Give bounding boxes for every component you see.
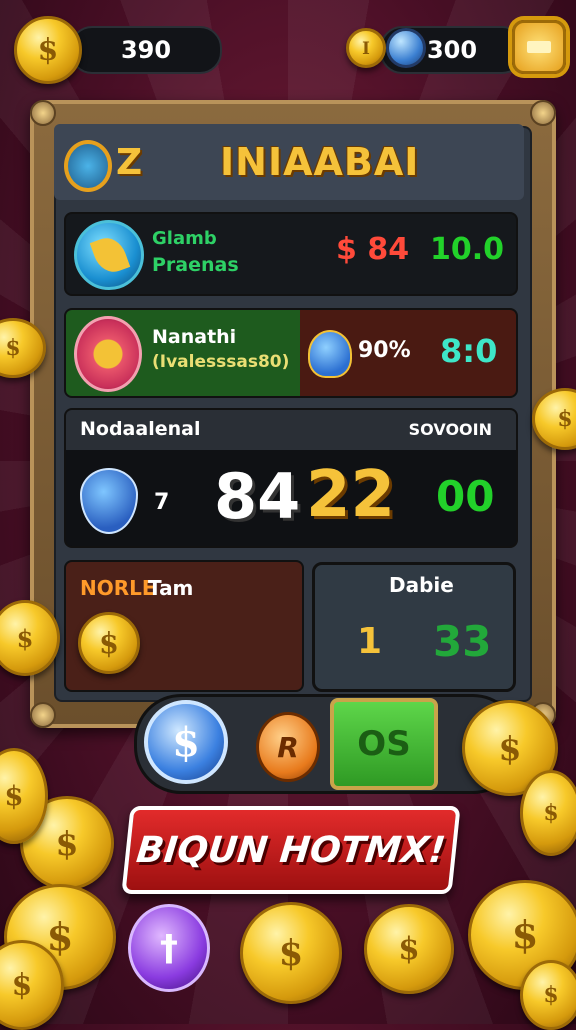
coin-balance-pill: 390: [70, 26, 222, 74]
decorative-coin-icon: $: [240, 902, 342, 1004]
medallion-icon: [74, 316, 142, 392]
panel-title: INIAABAI: [220, 140, 420, 184]
percent-value: 90%: [358, 338, 411, 363]
score-big-green: 00: [436, 472, 495, 521]
banana-emblem-icon: [74, 220, 144, 290]
score-big-yellow: 22: [306, 458, 396, 532]
green-ok-button[interactable]: OS: [330, 698, 438, 790]
date-label: Dabie: [389, 573, 454, 597]
green-ok-label: OS: [357, 724, 411, 764]
price-value: $ 84: [336, 232, 410, 267]
purple-gem-icon: †: [128, 904, 210, 992]
bonus-label: NORLE: [80, 576, 156, 600]
item-name: Nanathi: [152, 326, 237, 348]
corner-bolt: [30, 702, 56, 728]
stat-value: 8:0: [440, 332, 498, 370]
list-item[interactable]: Glamb Praenas $ 84 10.0: [64, 212, 518, 296]
blue-gem-icon: [386, 28, 426, 68]
score-left-label: Nodaalenal: [80, 418, 201, 440]
item-subname: Praenas: [152, 254, 239, 276]
coin-balance-icon: $: [14, 16, 82, 84]
date-left-value: 1: [357, 621, 383, 662]
decorative-coin-icon: $: [520, 770, 576, 856]
decorative-coin-icon: $: [364, 904, 454, 994]
gold-token-icon: I: [346, 28, 386, 68]
heart-gift-icon: [308, 330, 352, 378]
item-name: Glamb: [152, 228, 217, 249]
coin-balance-value: 390: [120, 36, 172, 64]
score-count: 7: [154, 490, 170, 515]
item-subname: (Ivalesssas80): [152, 352, 290, 372]
date-right-value: 33: [433, 617, 492, 666]
corner-bolt: [30, 100, 56, 126]
shield-heart-icon: [80, 468, 138, 534]
score-right-label: SOVOOIN: [408, 420, 492, 439]
bonus-box[interactable]: NORLE Tam $: [64, 560, 304, 692]
claim-button[interactable]: BIQUN HOTMX!: [121, 806, 461, 894]
stat-value: 10.0: [430, 232, 505, 267]
dollar-coin-icon: $: [78, 612, 140, 674]
orange-coin-button[interactable]: R: [256, 712, 320, 782]
orange-coin-label: R: [277, 730, 299, 764]
date-box[interactable]: Dabie 1 33: [312, 562, 516, 692]
score-panel: Nodaalenal SOVOOIN 7 84 22 00: [64, 408, 518, 548]
bonus-sublabel: Tam: [148, 576, 194, 600]
score-big-white: 84: [214, 460, 301, 533]
corner-bolt: [530, 100, 556, 126]
list-item[interactable]: Nanathi (Ivalesssas80) 90% 8:0: [64, 308, 518, 398]
level-label: Z: [116, 142, 143, 183]
settings-gear-icon[interactable]: [512, 20, 566, 74]
blue-dollar-button[interactable]: $: [144, 700, 228, 784]
level-badge-icon: [64, 140, 112, 192]
decorative-coin-icon: $: [520, 960, 576, 1030]
claim-button-label: BIQUN HOTMX!: [134, 829, 448, 871]
gem-balance-value: 300: [426, 36, 478, 64]
